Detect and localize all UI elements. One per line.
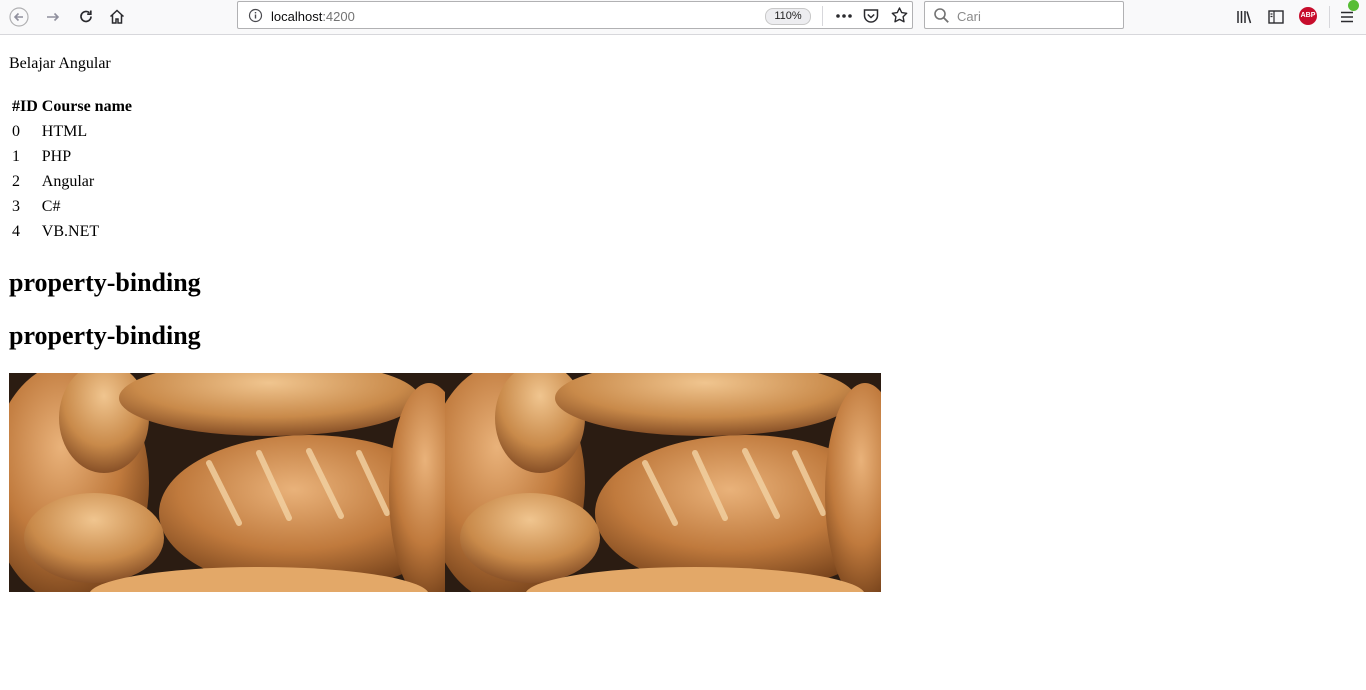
library-icon xyxy=(1237,11,1252,24)
home-button[interactable] xyxy=(103,3,131,31)
image-row xyxy=(9,373,881,592)
bookmark-star-icon[interactable] xyxy=(890,6,909,25)
library-button[interactable] xyxy=(1230,3,1258,31)
toolbar-separator xyxy=(1329,6,1330,28)
url-separator xyxy=(822,6,823,26)
search-placeholder: Cari xyxy=(957,9,981,24)
reload-icon xyxy=(80,10,92,23)
search-icon xyxy=(934,8,949,23)
pocket-icon[interactable] xyxy=(862,7,880,25)
column-header-id: #ID xyxy=(12,97,38,115)
cell-id: 4 xyxy=(12,222,20,240)
reload-button[interactable] xyxy=(72,3,100,31)
browser-toolbar: localhost:4200 110% Cari ABP xyxy=(0,0,1366,35)
bread-image xyxy=(9,373,445,592)
zoom-indicator[interactable]: 110% xyxy=(765,8,811,25)
cell-course-name: PHP xyxy=(41,147,72,165)
cell-id: 2 xyxy=(12,172,20,190)
forward-arrow-icon xyxy=(47,12,60,22)
url-port: :4200 xyxy=(322,9,355,24)
table-row: 4 VB.NET xyxy=(11,220,133,243)
sidebar-toggle-button[interactable] xyxy=(1262,3,1290,31)
sidebar-icon xyxy=(1268,10,1284,24)
column-header-course-name: Course name xyxy=(41,97,132,115)
back-button[interactable] xyxy=(5,3,33,31)
cell-course-name: C# xyxy=(41,197,61,215)
home-icon xyxy=(109,9,125,24)
search-bar[interactable]: Cari xyxy=(924,1,1124,29)
property-binding-heading: property-binding xyxy=(9,268,201,297)
cell-id: 0 xyxy=(12,122,20,140)
adblock-plus-icon[interactable]: ABP xyxy=(1299,7,1317,25)
table-row: 1 PHP xyxy=(11,145,133,168)
update-badge-icon xyxy=(1348,0,1359,11)
table-header-row: #ID Course name xyxy=(11,95,133,118)
url-host: localhost xyxy=(271,9,323,24)
table-row: 2 Angular xyxy=(11,170,133,193)
cell-course-name: HTML xyxy=(41,122,88,140)
cell-id: 1 xyxy=(12,147,20,165)
cell-course-name: VB.NET xyxy=(41,222,100,240)
forward-button[interactable] xyxy=(39,3,67,31)
intro-text: Belajar Angular xyxy=(9,55,111,72)
property-binding-heading: property-binding xyxy=(9,321,201,350)
courses-table: #ID Course name 0 HTML 1 PHP 2 Angular 3… xyxy=(9,93,135,245)
cell-id: 3 xyxy=(12,197,20,215)
back-arrow-icon xyxy=(9,7,29,27)
page-content: Belajar Angular #ID Course name 0 HTML 1… xyxy=(0,36,1366,690)
url-text[interactable]: localhost:4200 xyxy=(271,9,355,24)
url-bar[interactable]: localhost:4200 110% xyxy=(237,1,913,29)
page-actions-ellipsis-icon[interactable] xyxy=(835,8,853,24)
table-row: 0 HTML xyxy=(11,120,133,143)
bread-image xyxy=(445,373,881,592)
cell-course-name: Angular xyxy=(41,172,95,190)
table-row: 3 C# xyxy=(11,195,133,218)
info-icon[interactable] xyxy=(248,8,263,23)
